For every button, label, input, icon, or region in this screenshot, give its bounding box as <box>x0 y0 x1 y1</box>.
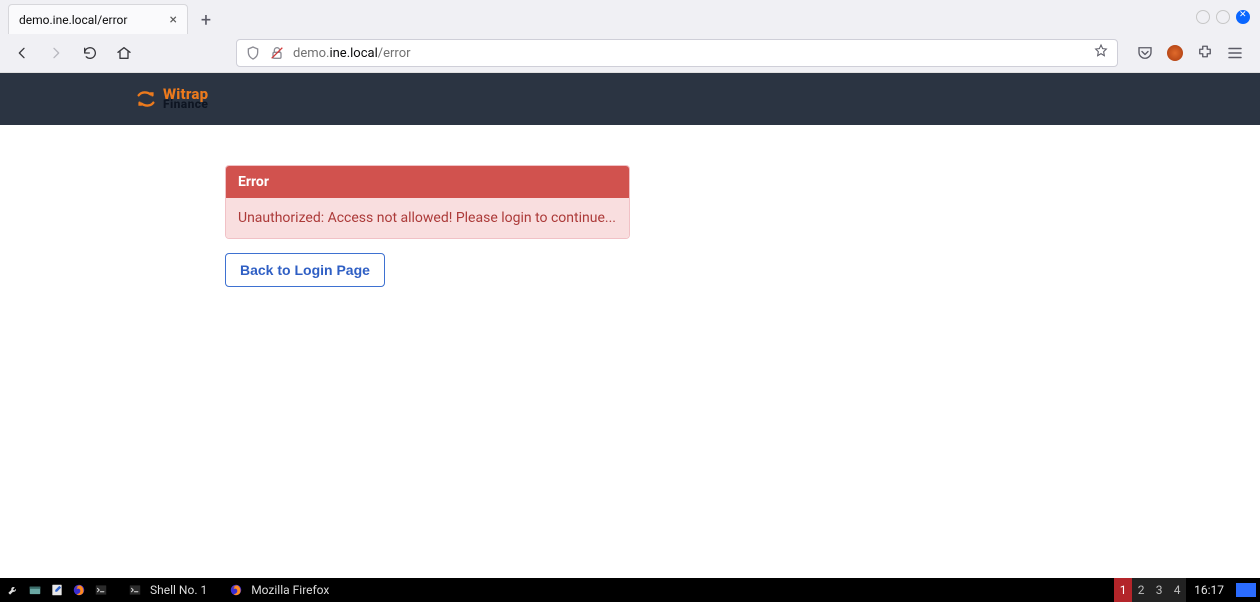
site-header: Witrap Finance <box>0 73 1260 125</box>
tab-title: demo.ine.local/error <box>19 13 127 27</box>
os-taskbar: Shell No. 1 Mozilla Firefox 1 2 3 4 16:1… <box>0 578 1260 602</box>
terminal-launcher-icon[interactable] <box>92 581 110 599</box>
taskbar-right: 1 2 3 4 16:17 <box>1114 578 1260 602</box>
page-viewport: Witrap Finance Error Unauthorized: Acces… <box>0 73 1260 287</box>
window-maximize-icon[interactable] <box>1216 10 1230 24</box>
terminal-icon <box>126 581 144 599</box>
pocket-icon[interactable] <box>1136 44 1154 62</box>
content-inner: Error Unauthorized: Access not allowed! … <box>225 165 1045 287</box>
taskbar-left: Shell No. 1 Mozilla Firefox <box>0 578 339 602</box>
alert-title: Error <box>226 166 629 198</box>
window-close-icon[interactable] <box>1236 10 1250 24</box>
firefox-icon <box>227 581 245 599</box>
toolbar: demo.ine.local/error <box>0 34 1260 72</box>
logo-mark-icon <box>135 88 157 110</box>
toolbar-right <box>1136 44 1250 62</box>
window-minimize-icon[interactable] <box>1196 10 1210 24</box>
shield-icon[interactable] <box>245 45 261 61</box>
reload-button[interactable] <box>78 41 102 65</box>
extensions-icon[interactable] <box>1196 44 1214 62</box>
insecure-lock-icon[interactable] <box>269 45 285 61</box>
workspace-1[interactable]: 1 <box>1114 578 1132 602</box>
tab-strip: demo.ine.local/error × + <box>0 0 1260 34</box>
file-manager-icon[interactable] <box>26 581 44 599</box>
workspace-4[interactable]: 4 <box>1168 578 1186 602</box>
taskbar-clock: 16:17 <box>1186 583 1232 597</box>
browser-tab[interactable]: demo.ine.local/error × <box>8 4 188 34</box>
taskbar-app-shell[interactable]: Shell No. 1 <box>120 578 217 602</box>
tab-close-icon[interactable]: × <box>170 12 177 28</box>
new-tab-button[interactable]: + <box>192 6 220 34</box>
back-to-login-button[interactable]: Back to Login Page <box>225 253 385 287</box>
error-alert: Error Unauthorized: Access not allowed! … <box>225 165 630 239</box>
menu-icon[interactable] <box>1226 44 1244 62</box>
firefox-launcher-icon[interactable] <box>70 581 88 599</box>
browser-chrome: demo.ine.local/error × + <box>0 0 1260 73</box>
site-logo[interactable]: Witrap Finance <box>135 87 208 111</box>
logo-text: Witrap Finance <box>163 87 208 111</box>
text-editor-icon[interactable] <box>48 581 66 599</box>
forward-button[interactable] <box>44 41 68 65</box>
show-desktop-icon[interactable] <box>1236 583 1256 597</box>
workspace-3[interactable]: 3 <box>1150 578 1168 602</box>
window-controls <box>1196 0 1260 34</box>
url-path: /error <box>378 46 411 61</box>
url-text: demo.ine.local/error <box>293 46 411 61</box>
logo-line-2: Finance <box>163 99 208 110</box>
back-button[interactable] <box>10 41 34 65</box>
taskbar-app-firefox[interactable]: Mozilla Firefox <box>221 578 339 602</box>
alert-message: Unauthorized: Access not allowed! Please… <box>226 198 629 238</box>
noscript-icon[interactable] <box>1166 44 1184 62</box>
taskbar-app-shell-label: Shell No. 1 <box>150 583 207 597</box>
content-area: Error Unauthorized: Access not allowed! … <box>0 125 1260 287</box>
tool-wrench-icon[interactable] <box>4 581 22 599</box>
taskbar-app-firefox-label: Mozilla Firefox <box>251 583 329 597</box>
url-host: ine.local <box>329 46 377 61</box>
workspace-2[interactable]: 2 <box>1132 578 1150 602</box>
home-button[interactable] <box>112 41 136 65</box>
url-prefix: demo. <box>293 46 329 61</box>
url-bar[interactable]: demo.ine.local/error <box>236 39 1118 67</box>
bookmark-star-icon[interactable] <box>1093 43 1109 63</box>
